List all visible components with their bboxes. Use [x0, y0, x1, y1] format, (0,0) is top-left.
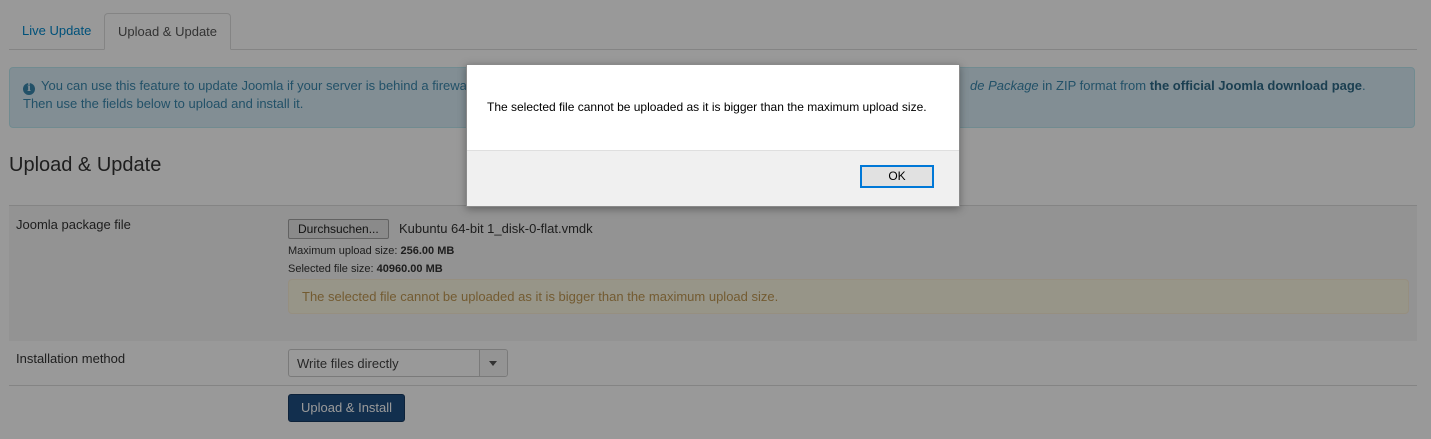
dialog-footer: OK: [467, 150, 959, 206]
page: Live Update Upload & Update i You can use…: [0, 0, 1431, 439]
alert-dialog: The selected file cannot be uploaded as …: [466, 64, 960, 207]
ok-button[interactable]: OK: [860, 165, 934, 188]
dialog-message: The selected file cannot be uploaded as …: [487, 100, 927, 114]
